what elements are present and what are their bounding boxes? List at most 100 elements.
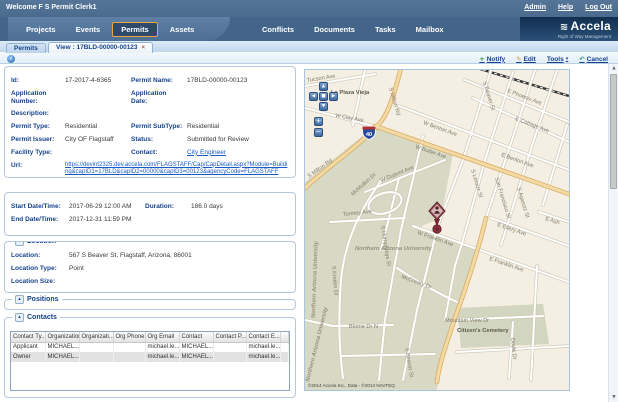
contact-label: Contact: [131,149,183,157]
top-bar: Welcome F S Permit Clerk1 Admin Help Log… [0,0,618,17]
nav-tab-events[interactable]: Events [66,22,111,37]
column-header[interactable]: Organizati... [79,332,113,342]
document-tab-strip: Permits View : 17BLD-00000-00123× [0,41,618,53]
permit-subtype-label: Permit SubType: [131,123,183,131]
column-header[interactable]: Contact [179,332,213,342]
logo-wave-icon: ≋ [560,22,569,33]
map[interactable]: 40 Tucson Ave La Plaza Vieja W Clay Ave … [304,69,570,391]
info-icon[interactable]: i [7,55,15,63]
map-pan-up-button[interactable]: ▲ [319,82,328,91]
column-header[interactable]: Org Email [145,332,179,342]
map-pan-left-button[interactable]: ◀ [309,92,318,101]
edit-button[interactable]: ✎Edit [516,55,536,63]
cancel-arrow-icon: ↶ [579,55,584,63]
location-size-label: Location Size: [11,278,65,286]
nav-tab-assets[interactable]: Assets [160,22,205,37]
tab-close-icon[interactable]: × [142,45,146,51]
main-nav: Projects Events Permits Assets Conflicts… [0,17,618,41]
nav-tab-projects[interactable]: Projects [16,22,66,37]
end-date-value: 2017-12-31 11:59 PM [69,216,141,224]
pencil-icon: ✎ [516,55,521,63]
plus-icon: + [479,55,484,63]
logout-link[interactable]: Log Out [585,4,612,11]
section-title: Contacts [27,314,57,321]
nav-tab-documents[interactable]: Documents [304,22,365,37]
map-copyright: ©2014 Accela Inc., Data - ©2014 NAVTEQ [308,382,395,388]
shield-number: 40 [366,132,372,138]
column-header[interactable]: Contact Ty... [11,332,45,342]
collapse-icon[interactable]: ▴ [15,295,24,304]
nav-tab-tasks[interactable]: Tasks [365,22,406,37]
table-row[interactable]: Owner MICHAEL... michael.le... MICHAEL..… [11,352,289,362]
location-size-value [69,278,289,286]
id-value: 17-2017-4-6365 [65,77,127,85]
column-header[interactable]: Contact E... [246,332,280,342]
nav-tab-mailbox[interactable]: Mailbox [406,22,454,37]
facility-type-label: Facility Type: [11,149,61,157]
section-title: Permit Information [15,66,77,69]
map-canvas: 40 Tucson Ave La Plaza Vieja W Clay Ave … [305,70,569,390]
welcome-text: Welcome F S Permit Clerk1 [6,4,97,11]
permit-url-link[interactable]: https://devint2325.dev.accela.com/FLAGST… [65,162,287,176]
map-pan-down-button[interactable]: ▼ [319,102,328,111]
end-date-label: End Date/Time: [11,216,65,224]
location-type-value: Point [69,265,289,273]
tools-button[interactable]: Tools▾ [547,56,568,63]
map-zoom-out-button[interactable]: − [314,128,323,137]
schedule-section: Schedule Start Date/Time: 2017-06-29 12:… [4,192,296,236]
column-header[interactable]: Contact P... [213,332,246,342]
table-row[interactable]: Applicant MICHAEL... michael.le... MICHA… [11,342,289,352]
permit-issuer-label: Permit Issuer: [11,136,61,144]
application-number-label: Application Number: [11,90,61,106]
contacts-section: ▴ Contacts Contact Ty... Organization Or… [4,317,296,398]
tab-view-permit[interactable]: View : 17BLD-00000-00123× [48,42,153,53]
notify-button[interactable]: +Notify [479,55,505,63]
column-header[interactable]: Organization [45,332,79,342]
permit-information-section: Permit Information Id: 17-2017-4-6365 Pe… [4,66,296,178]
map-zoom-in-button[interactable]: + [314,117,323,126]
tab-permits-list[interactable]: Permits [6,43,46,53]
map-pan-right-button[interactable]: ▶ [329,92,338,101]
section-title: Location [27,241,56,245]
nav-tab-conflicts[interactable]: Conflicts [252,22,304,37]
location-value: 567 S Beaver St, Flagstaff, Arizona, 860… [69,252,289,260]
facility-type-value [65,149,127,157]
section-title: Schedule [15,192,46,195]
place-label: Northern Arizona University [355,246,433,252]
location-section: ▴ Location Location: 567 S Beaver St, Fl… [4,241,296,293]
contact-link[interactable]: City Engineer [187,149,226,156]
map-center-button[interactable]: ■ [319,92,328,101]
permit-type-label: Permit Type: [11,123,61,131]
scrollbar-thumb[interactable] [610,74,617,189]
duration-label: Duration: [145,203,187,211]
page: Welcome F S Permit Clerk1 Admin Help Log… [0,0,618,402]
collapse-icon[interactable]: ▴ [15,241,24,246]
street-label: Mountain View Dr [445,318,489,324]
section-title: Positions [27,296,59,303]
nav-tab-permits[interactable]: Permits [112,22,158,37]
record-toolbar: i +Notify ✎Edit Tools▾ ↶Cancel [0,53,618,64]
description-label: Description: [11,110,61,118]
logo-tagline: Right of Way Management [558,34,611,40]
permit-name-value: 17BLD-00000-00123 [187,77,289,85]
place-label: Citizen's Cemetery [457,328,509,334]
chevron-down-icon: ▾ [566,56,569,62]
scroll-down-icon[interactable]: ▼ [609,393,618,402]
admin-link[interactable]: Admin [524,4,546,11]
nav-secondary-group: Conflicts Documents Tasks Mailbox [252,17,454,41]
help-link[interactable]: Help [558,4,573,11]
permit-subtype-value: Residential [187,123,289,131]
location-type-label: Location Type: [11,265,65,273]
column-header[interactable]: Org Phone [113,332,145,342]
collapse-icon[interactable]: ▴ [15,313,24,322]
page-scrollbar[interactable]: ▲ ▼ [608,64,618,402]
positions-section: ▴ Positions [4,299,296,310]
location-label: Location: [11,252,65,260]
application-date-label: Application Date: [131,90,183,106]
url-label: Url: [11,162,61,177]
description-value [65,110,289,118]
start-date-value: 2017-06-29 12:00 AM [69,203,141,211]
status-value: Submitted for Review [187,136,289,144]
scroll-up-icon[interactable]: ▲ [609,64,618,73]
cancel-button[interactable]: ↶Cancel [579,55,608,63]
